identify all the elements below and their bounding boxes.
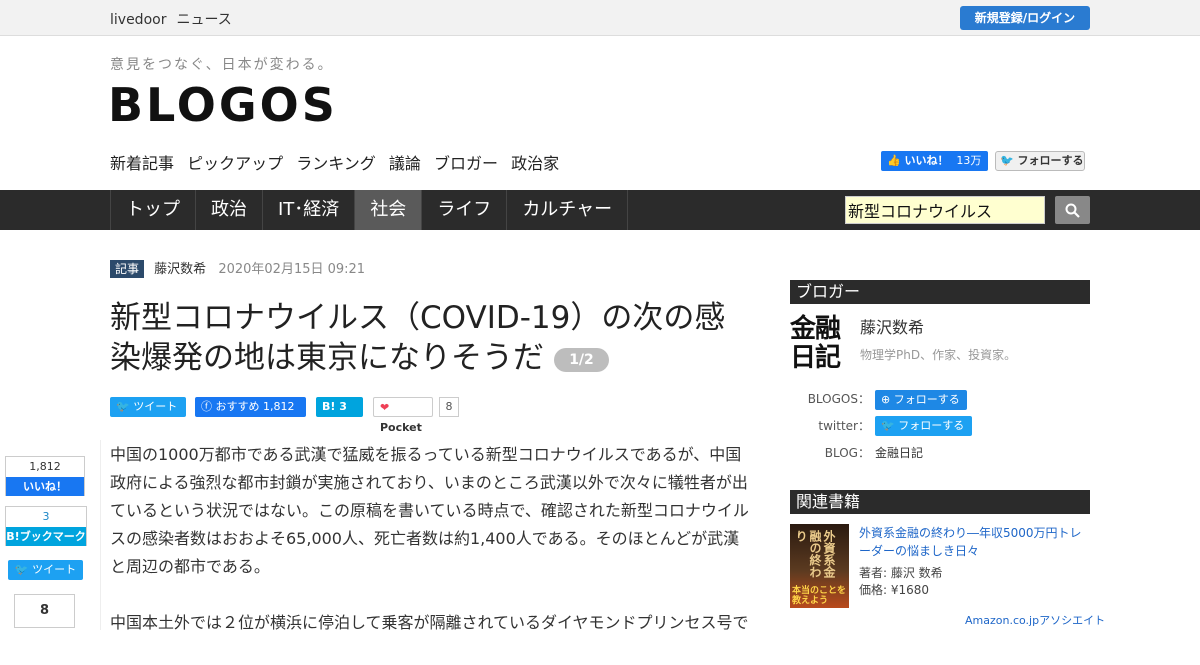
tab-top[interactable]: トップ: [111, 190, 196, 230]
page-badge: 1/2: [554, 347, 609, 372]
tab-society[interactable]: 社会: [355, 190, 423, 230]
tab-politics[interactable]: 政治: [196, 190, 263, 230]
livedoor-news-logo[interactable]: livedoor ニュース: [110, 9, 242, 29]
subnav-discussion[interactable]: 議論: [389, 154, 421, 173]
book-title-link[interactable]: 外資系金融の終わり―年収5000万円トレーダーの悩ましき日々: [859, 524, 1089, 560]
twitter-bird-icon: 🐦: [116, 400, 130, 413]
related-books-heading: 関連書籍: [790, 490, 1090, 514]
blogger-description: 物理学PhD、作家、投資家。: [860, 348, 1017, 362]
twitter-bird-icon: 🐦: [14, 563, 29, 576]
fb-like-label: いいね！: [904, 154, 949, 167]
subnav-ranking[interactable]: ランキング: [296, 154, 376, 173]
amazon-associate-link[interactable]: Amazon.co.jpアソシエイト: [965, 612, 1105, 628]
fb-like-count: 13万: [956, 154, 982, 167]
tw-follow-label: フォローする: [1017, 154, 1084, 167]
blog-label: BLOG：: [824, 446, 870, 460]
twitter-bird-icon: 🐦: [1000, 154, 1014, 167]
sub-navigation: 新着記事 ピックアップ ランキング 議論 ブロガー 政治家: [110, 150, 567, 174]
twitter-label: twitter：: [818, 419, 870, 433]
article-author[interactable]: 藤沢数希: [154, 262, 206, 277]
blogos-label: BLOGOS：: [807, 392, 870, 406]
book-cover-title: 外資系金融の終わり: [794, 530, 836, 578]
site-logo[interactable]: BLOGOS: [108, 78, 338, 132]
search-button[interactable]: [1055, 196, 1090, 224]
paragraph: 中国の1000万都市である武漢で猛威を振るっている新型コロナウイルスであるが、中…: [110, 445, 749, 576]
side-hatena-count: 3: [42, 510, 50, 523]
pocket-count: 8: [439, 397, 459, 417]
top-bar: livedoor ニュース 新規登録/ログイン: [0, 0, 1200, 36]
search-input[interactable]: [845, 196, 1045, 224]
paragraph: 中国本土外では２位が横浜に停泊して乗客が隔離されているダイヤモンドプリンセス号で: [110, 613, 749, 632]
side-pocket-count: 8: [14, 594, 75, 628]
hatena-icon: B!: [322, 400, 336, 413]
book-author: 著者: 藤沢 数希: [859, 566, 943, 580]
twitter-bird-icon: 🐦: [881, 419, 895, 432]
blogos-follow-label: フォローする: [893, 393, 960, 406]
hatena-bookmark-button[interactable]: B! 3: [316, 397, 363, 417]
side-hatena-bookmark[interactable]: 3 B!ブックマーク: [5, 506, 87, 546]
tweet-button[interactable]: 🐦 ツイート: [110, 397, 186, 417]
pocket-button[interactable]: ❤ Pocket: [373, 397, 433, 434]
blogger-name[interactable]: 藤沢数希: [860, 314, 924, 338]
signup-login-button[interactable]: 新規登録/ログイン: [960, 6, 1090, 30]
side-facebook-like[interactable]: 1,812 いいね！: [5, 456, 85, 496]
hatena-count: 3: [339, 400, 347, 413]
article-body: 中国の1000万都市である武漢で猛威を振るっている新型コロナウイルスであるが、中…: [110, 441, 750, 665]
nav-tabs: トップ 政治 IT･経済 社会 ライフ カルチャー: [110, 190, 629, 230]
tab-life[interactable]: ライフ: [422, 190, 508, 230]
divider: [100, 440, 101, 630]
facebook-recommend-button[interactable]: ⓕ おすすめ 1,812: [195, 397, 306, 417]
twitter-follow-button[interactable]: 🐦 フォローする: [995, 151, 1085, 171]
side-tweet-button[interactable]: 🐦 ツイート: [8, 560, 83, 580]
subnav-new-articles[interactable]: 新着記事: [110, 154, 174, 173]
book-cover-image[interactable]: 外資系金融の終わり 本当のことを教えよう: [790, 524, 849, 608]
main-navigation: トップ 政治 IT･経済 社会 ライフ カルチャー: [0, 190, 1200, 230]
category-badge: 記事: [110, 260, 145, 278]
side-fb-label: いいね！: [6, 477, 84, 496]
article-date: 2020年02月15日 09:21: [218, 262, 366, 277]
thumbs-up-icon: 👍: [887, 154, 901, 167]
twitter-follow-label: フォローする: [898, 419, 965, 432]
book-cover-obi: 本当のことを教えよう: [792, 586, 847, 606]
article-meta: 記事 藤沢数希 2020年02月15日 09:21: [110, 260, 365, 278]
plus-icon: ⊕: [881, 393, 891, 406]
pocket-label: Pocket: [380, 421, 422, 434]
brand-news[interactable]: ニュース: [176, 12, 231, 28]
side-tweet-label: ツイート: [32, 563, 77, 576]
side-hatena-label: B!ブックマーク: [6, 527, 86, 546]
tweet-label: ツイート: [133, 400, 178, 413]
tab-culture[interactable]: カルチャー: [507, 190, 629, 230]
subnav-pickup[interactable]: ピックアップ: [187, 154, 283, 173]
blogger-logo[interactable]: 金融日記: [790, 315, 850, 375]
sidebar-twitter-follow-button[interactable]: 🐦 フォローする: [875, 416, 972, 436]
brand-livedoor[interactable]: livedoor: [110, 12, 166, 28]
subnav-bloggers[interactable]: ブロガー: [434, 154, 498, 173]
subnav-politicians[interactable]: 政治家: [511, 154, 559, 173]
search-icon: [1065, 203, 1080, 218]
article-title-text: 新型コロナウイルス（COVID-19）の次の感染爆発の地は東京になりそうだ: [110, 300, 726, 376]
pocket-icon: ❤: [380, 401, 390, 414]
blogger-heading: ブロガー: [790, 280, 1090, 304]
tab-it-economy[interactable]: IT･経済: [263, 190, 356, 230]
article-title: 新型コロナウイルス（COVID-19）の次の感染爆発の地は東京になりそうだ 1/2: [110, 298, 750, 378]
fb-recommend-label: おすすめ: [215, 400, 260, 413]
book-price: 価格: ¥1680: [859, 583, 930, 597]
side-fb-count: 1,812: [29, 460, 61, 473]
blogos-follow-button[interactable]: ⊕ フォローする: [875, 390, 967, 410]
blog-link[interactable]: 金融日記: [875, 444, 923, 461]
site-tagline: 意見をつなぐ、日本が変わる。: [110, 57, 334, 73]
facebook-icon: ⓕ: [201, 400, 212, 413]
facebook-like-button[interactable]: 👍 いいね！ 13万: [881, 151, 988, 171]
fb-recommend-count: 1,812: [263, 400, 295, 413]
